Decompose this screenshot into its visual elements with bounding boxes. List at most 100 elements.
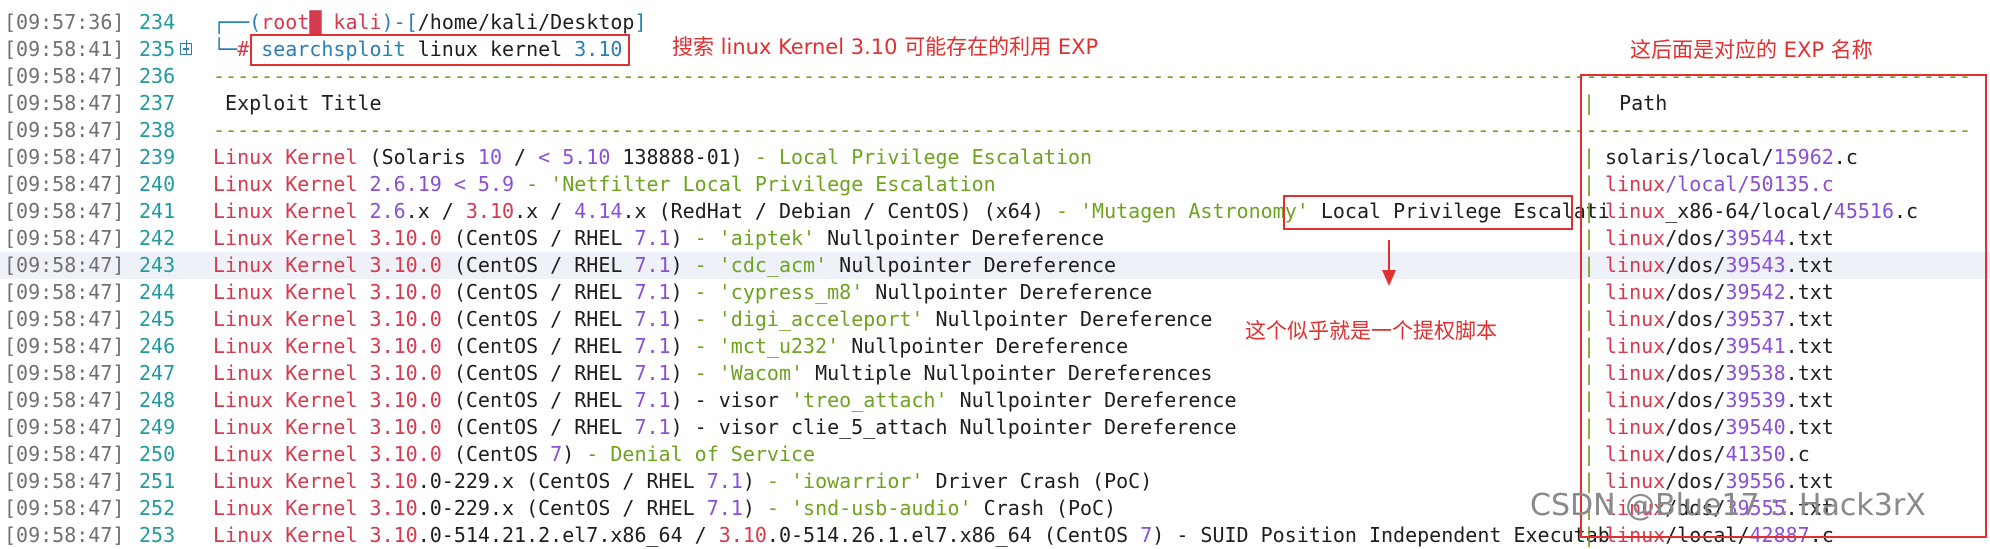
path-segment: .c — [1833, 145, 1858, 169]
title-segment: Nullpointer Dereference — [947, 388, 1237, 412]
line-number: 240 — [139, 172, 176, 196]
title-segment — [358, 199, 370, 223]
line-number: 247 — [139, 361, 176, 385]
exploit-path[interactable]: linux/dos/39538.txt — [1605, 360, 1834, 387]
exploit-title[interactable]: Linux Kernel 2.6.x / 3.10.x / 4.14.x (Re… — [213, 198, 1610, 225]
exploit-title[interactable]: Linux Kernel 3.10.0 (CentOS / RHEL 7.1) … — [213, 225, 1104, 252]
path-segment: linux — [1605, 361, 1666, 385]
exploit-path[interactable]: linux/local/50135.c — [1605, 171, 1834, 198]
title-segment: ) — [670, 280, 695, 304]
title-segment: 7.1 — [634, 334, 671, 358]
path-segment: .txt — [1785, 334, 1834, 358]
title-segment: 7.1 — [634, 415, 671, 439]
exploit-title[interactable]: Linux Kernel 3.10.0 (CentOS / RHEL 7.1) … — [213, 306, 1212, 333]
exploit-title[interactable]: Linux Kernel 3.10.0 (CentOS / RHEL 7.1) … — [213, 252, 1116, 279]
exploit-path[interactable]: linux/dos/39537.txt — [1605, 306, 1834, 333]
title-segment: / — [502, 145, 539, 169]
exploit-path[interactable]: linux/dos/39540.txt — [1605, 414, 1834, 441]
title-segment: .x / — [405, 199, 466, 223]
column-separator: | — [1583, 307, 1596, 331]
path-segment: 39539 — [1725, 388, 1786, 412]
exploit-path[interactable]: linux/dos/39543.txt — [1605, 252, 1834, 279]
exploit-path[interactable]: linux_x86-64/local/45516.c — [1605, 198, 1918, 225]
prompt-bracket: └─ — [213, 37, 238, 61]
terminal-line: [09:58:47] 236 ---------------------------… — [0, 63, 1990, 90]
path-segment: 39537 — [1725, 307, 1786, 331]
line-number: 235 — [139, 37, 176, 61]
search-annotation: 搜索 linux Kernel 3.10 可能存在的利用 EXP — [672, 35, 1099, 59]
timestamp: [09:58:47] — [4, 523, 125, 547]
title-segment: - 'Wacom' — [694, 361, 804, 385]
exploit-title[interactable]: Linux Kernel (Solaris 10 / < 5.10 138888… — [213, 144, 1092, 171]
column-separator: | — [1583, 388, 1596, 412]
title-segment: (CentOS / RHEL — [441, 415, 635, 439]
timestamp: [09:58:47] — [4, 280, 125, 304]
line-number: 238 — [139, 118, 176, 142]
exploit-path[interactable]: linux/dos/39539.txt — [1605, 387, 1834, 414]
terminal-line: [09:58:47] 238 ---------------------------… — [0, 117, 1990, 144]
path-segment: .c — [1894, 199, 1919, 223]
title-segment: - 'Mutagen Astronomy' — [1055, 199, 1321, 223]
terminal-line: [09:58:47] 247 Linux Kernel 3.10.0 (CentOS… — [0, 360, 1990, 387]
path-segment: 39543 — [1725, 253, 1786, 277]
shell-prompt: ┌──(root█ kali)-[/home/kali/Desktop] — [213, 9, 647, 36]
title-segment: Linux Kernel — [213, 199, 358, 223]
path-segment: /dos/ — [1665, 361, 1726, 385]
exploit-path[interactable]: linux/local/42887.c — [1605, 522, 1834, 549]
path-segment: /dos/ — [1665, 253, 1726, 277]
title-segment: Nullpointer Dereference — [863, 280, 1153, 304]
exploit-title[interactable]: Linux Kernel 3.10.0 (CentOS / RHEL 7.1) … — [213, 360, 1212, 387]
title-segment: Linux Kernel 3.10.0 — [213, 226, 442, 250]
column-separator: | — [1583, 226, 1596, 250]
exploit-path[interactable]: linux/dos/39542.txt — [1605, 279, 1834, 306]
title-segment: - 'Netfilter Local Privilege Escalation — [526, 172, 996, 196]
title-segment: - 'digi_acceleport' — [694, 307, 924, 331]
title-segment: 7.1 — [706, 496, 743, 520]
fold-guide-line — [186, 40, 187, 54]
exploit-title[interactable]: Linux Kernel 3.10.0-229.x (CentOS / RHEL… — [213, 495, 1116, 522]
title-segment — [442, 172, 454, 196]
title-segment: (CentOS / RHEL — [441, 253, 635, 277]
path-segment: linux — [1605, 388, 1666, 412]
title-segment: (CentOS / RHEL — [441, 226, 635, 250]
title-segment: 7.1 — [634, 226, 671, 250]
prompt-host: kali — [321, 10, 382, 34]
exploit-title[interactable]: Linux Kernel 3.10.0 (CentOS / RHEL 7.1) … — [213, 387, 1237, 414]
title-segment: - Local Privilege Escalation — [754, 145, 1093, 169]
title-segment: ) — [562, 442, 587, 466]
path-segment: .txt — [1785, 361, 1834, 385]
column-separator: | — [1583, 199, 1596, 223]
exploit-title[interactable]: Linux Kernel 3.10.0 (CentOS / RHEL 7.1) … — [213, 279, 1152, 306]
title-segment: Nullpointer Dereference — [839, 334, 1129, 358]
exploit-title[interactable]: Linux Kernel 3.10.0-229.x (CentOS / RHEL… — [213, 468, 1152, 495]
exploit-title[interactable]: Linux Kernel 3.10.0 (CentOS / RHEL 7.1) … — [213, 333, 1128, 360]
exploit-path[interactable]: linux/dos/39541.txt — [1605, 333, 1834, 360]
exploit-path[interactable]: linux/dos/39544.txt — [1605, 225, 1834, 252]
exploit-path[interactable]: solaris/local/15962.c — [1605, 144, 1858, 171]
line-number: 252 — [139, 496, 176, 520]
terminal-line: [09:58:47] 239 Linux Kernel (Solaris 10 / … — [0, 144, 1990, 171]
timestamp: [09:58:47] — [4, 172, 125, 196]
title-segment: .0-229.x (CentOS / RHEL — [417, 496, 707, 520]
exploit-title[interactable]: Linux Kernel 2.6.19 < 5.9 - 'Netfilter L… — [213, 171, 996, 198]
exploit-title[interactable]: Linux Kernel 3.10.0-514.21.2.el7.x86_64 … — [213, 522, 1610, 549]
title-segment: ) — [670, 361, 695, 385]
title-segment: Linux Kernel 3.10.0 — [213, 388, 442, 412]
path-segment: 39538 — [1725, 361, 1786, 385]
path-segment: .txt — [1785, 388, 1834, 412]
exploit-title[interactable]: Linux Kernel 3.10.0 (CentOS 7) - Denial … — [213, 441, 815, 468]
title-segment: Linux Kernel 3.10.0 — [213, 415, 442, 439]
path-segment: linux — [1605, 415, 1666, 439]
title-segment: Crash (PoC) — [971, 496, 1117, 520]
watermark: CSDN @Blue17 :: Hack3rX — [1530, 488, 1926, 523]
path-segment: .txt — [1785, 415, 1834, 439]
terminal-line: [09:58:47] 243 Linux Kernel 3.10.0 (CentOS… — [0, 252, 1990, 279]
terminal-line: [09:58:47] 249 Linux Kernel 3.10.0 (CentOS… — [0, 414, 1990, 441]
terminal-line: [09:58:47] 241 Linux Kernel 2.6.x / 3.10.x… — [0, 198, 1990, 225]
column-header-title: Exploit Title — [213, 91, 382, 115]
line-number: 243 — [139, 253, 176, 277]
exploit-title[interactable]: Linux Kernel 3.10.0 (CentOS / RHEL 7.1) … — [213, 414, 1237, 441]
title-segment: ) - visor — [670, 388, 791, 412]
exploit-path[interactable]: linux/dos/41350.c — [1605, 441, 1810, 468]
title-segment: ) — [670, 334, 695, 358]
